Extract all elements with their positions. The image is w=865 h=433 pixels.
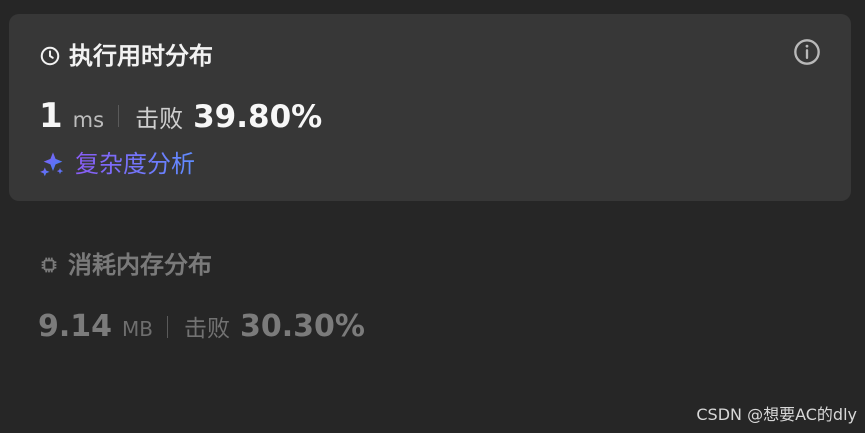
leetcode-result-panel: 执行用时分布 1 ms 击败 39.80% 复杂度分析 消耗内存分布 9.14 …	[0, 0, 865, 433]
runtime-card: 执行用时分布 1 ms 击败 39.80% 复杂度分析	[9, 14, 851, 201]
runtime-title-row: 执行用时分布	[39, 42, 213, 70]
chip-icon	[38, 254, 60, 276]
clock-icon	[39, 45, 61, 67]
runtime-value: 1	[39, 96, 63, 136]
runtime-beat-label: 击败	[135, 105, 184, 133]
memory-beat-value: 30.30%	[240, 309, 365, 344]
memory-beat-label: 击败	[184, 316, 231, 342]
info-icon[interactable]	[793, 38, 821, 66]
memory-title-row: 消耗内存分布	[38, 251, 212, 279]
runtime-beat-value: 39.80%	[193, 99, 323, 135]
memory-title: 消耗内存分布	[68, 251, 212, 279]
complexity-analysis-link[interactable]: 复杂度分析	[39, 150, 195, 178]
sparkle-icon	[39, 150, 67, 178]
memory-unit: MB	[122, 317, 154, 341]
runtime-title: 执行用时分布	[69, 42, 213, 70]
stats-divider	[118, 105, 120, 127]
memory-divider	[167, 316, 169, 338]
memory-value: 9.14	[38, 309, 113, 344]
runtime-stats: 1 ms 击败 39.80%	[39, 96, 322, 136]
runtime-unit: ms	[72, 108, 105, 132]
memory-stats: 9.14 MB 击败 30.30%	[38, 307, 365, 347]
watermark: CSDN @想要AC的dly	[696, 405, 857, 424]
complexity-analysis-label[interactable]: 复杂度分析	[75, 150, 195, 178]
